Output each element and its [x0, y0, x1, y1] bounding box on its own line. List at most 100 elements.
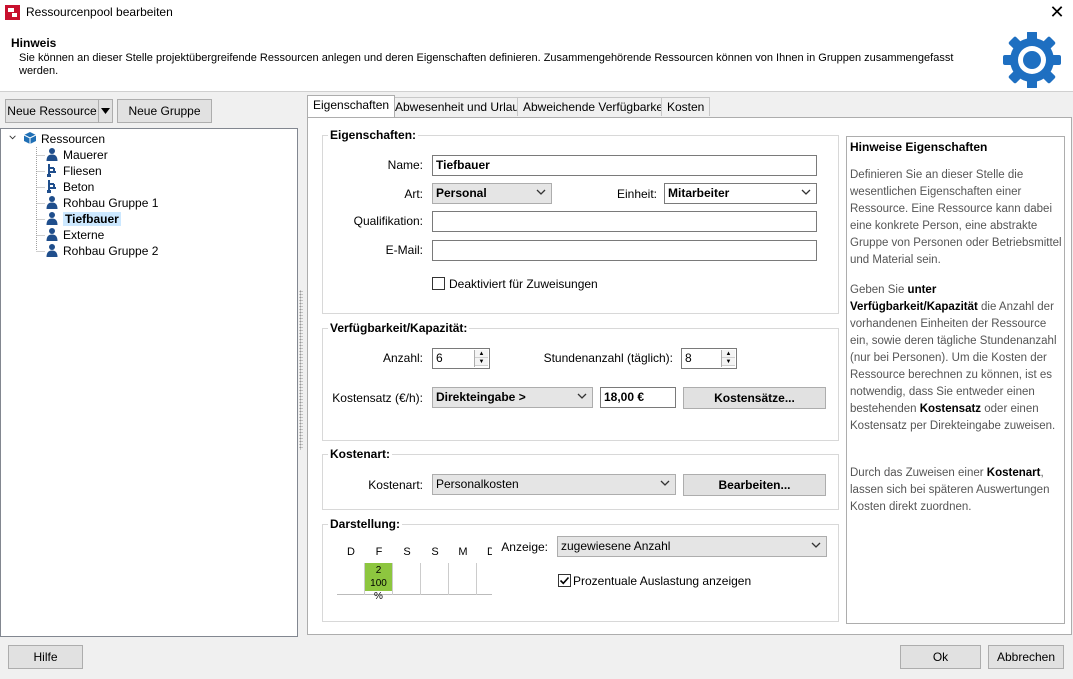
- kostensatz-select-value: Direkteingabe >: [436, 390, 526, 404]
- new-resource-button[interactable]: Neue Ressource: [5, 99, 99, 123]
- hint-text-bold: Kostensatz: [919, 403, 982, 415]
- hint-text-part: Geben Sie: [850, 284, 908, 296]
- tab-verfuegbarkeit[interactable]: Abweichende Verfügbarkeit: [517, 97, 676, 116]
- collapse-chevron-icon[interactable]: [9, 131, 19, 145]
- email-field[interactable]: [432, 240, 817, 261]
- tree-item-label: Rohbau Gruppe 2: [63, 244, 159, 258]
- hint-title: Hinweis: [11, 36, 57, 50]
- anzeige-select-value: zugewiesene Anzahl: [561, 539, 671, 553]
- equipment-icon: [47, 164, 56, 177]
- day-header: S: [431, 546, 439, 558]
- tree-item-rohbau-gruppe-2[interactable]: Rohbau Gruppe 2: [45, 243, 158, 259]
- resource-tree[interactable]: Ressourcen Mauerer Fliesen Beton Rohbau …: [0, 128, 298, 637]
- hint-text-part: Durch das Zuweisen einer: [850, 467, 987, 479]
- person-icon: [46, 212, 58, 225]
- anzahl-spin-buttons[interactable]: ▲ ▼: [474, 350, 488, 367]
- tree-item-rohbau-gruppe-1[interactable]: Rohbau Gruppe 1: [45, 195, 158, 211]
- tree-item-beton[interactable]: Beton: [45, 179, 94, 195]
- kostensatz-field[interactable]: 18,00 €: [600, 387, 676, 408]
- qualifikation-field[interactable]: [432, 211, 817, 232]
- tree-item-fliesen[interactable]: Fliesen: [45, 163, 102, 179]
- window-title: Ressourcenpool bearbeiten: [26, 5, 173, 19]
- kostensatz-label: Kostensatz (€/h):: [332, 391, 423, 405]
- calendar-preview: D F S S M D 2 100 %: [337, 543, 492, 599]
- tree-item-label: Fliesen: [63, 164, 102, 178]
- day-header: D: [487, 546, 492, 558]
- tree-item-tiefbauer[interactable]: Tiefbauer: [45, 211, 121, 227]
- close-icon[interactable]: ✕: [1046, 2, 1068, 24]
- tree-item-label-selected: Tiefbauer: [63, 212, 121, 226]
- spin-up-icon[interactable]: ▲: [722, 350, 735, 358]
- new-resource-dropdown-button[interactable]: [98, 99, 113, 123]
- kostenart-label: Kostenart:: [368, 478, 423, 492]
- tab-abwesenheit[interactable]: Abwesenheit und Urlaub: [389, 97, 532, 116]
- properties-group-title: Eigenschaften:: [328, 128, 419, 142]
- tree-root[interactable]: Ressourcen: [9, 131, 105, 147]
- name-field[interactable]: Tiefbauer: [432, 155, 817, 176]
- kostenart-group-title: Kostenart:: [328, 447, 393, 461]
- spin-down-icon[interactable]: ▼: [475, 358, 488, 366]
- hint-paragraph-3: Durch das Zuweisen einer Kostenart, lass…: [850, 465, 1064, 516]
- hint-paragraph-2: Geben Sie unter Verfügbarkeit/Kapazität …: [850, 282, 1064, 435]
- tree-item-label: Rohbau Gruppe 1: [63, 196, 159, 210]
- spin-down-icon[interactable]: ▼: [722, 358, 735, 366]
- tree-item-label: Mauerer: [63, 148, 108, 162]
- hint-text: Sie können an dieser Stelle projektüberg…: [19, 52, 954, 77]
- new-group-button[interactable]: Neue Gruppe: [117, 99, 212, 123]
- spin-up-icon[interactable]: ▲: [475, 350, 488, 358]
- availability-group-title: Verfügbarkeit/Kapazität:: [328, 321, 470, 335]
- anzahl-label: Anzahl:: [382, 351, 423, 365]
- email-label: E-Mail:: [385, 243, 423, 257]
- person-icon: [46, 228, 58, 241]
- calendar-cell-count: 2: [375, 565, 382, 576]
- chevron-down-icon: [536, 189, 546, 195]
- einheit-label: Einheit:: [616, 187, 657, 201]
- deactivated-checkbox[interactable]: [432, 277, 445, 290]
- anzahl-stepper[interactable]: 6 ▲ ▼: [432, 348, 490, 369]
- ok-button[interactable]: Ok: [900, 645, 981, 669]
- availability-group: [322, 328, 839, 441]
- checkmark-icon: [559, 576, 570, 585]
- hint-text-bold: Kostenart: [986, 467, 1041, 479]
- percent-checkbox[interactable]: [558, 574, 571, 587]
- darstellung-group-title: Darstellung:: [328, 517, 403, 531]
- name-label: Name:: [387, 158, 423, 172]
- tree-root-label: Ressourcen: [41, 132, 106, 146]
- kostenart-select-value: Personalkosten: [436, 477, 519, 491]
- tab-eigenschaften[interactable]: Eigenschaften: [307, 95, 396, 117]
- kostenart-select[interactable]: Personalkosten: [432, 474, 676, 495]
- stunden-stepper[interactable]: 8 ▲ ▼: [681, 348, 737, 369]
- gear-icon: [1003, 32, 1061, 88]
- anzeige-select[interactable]: zugewiesene Anzahl: [557, 536, 827, 557]
- help-button[interactable]: Hilfe: [8, 645, 83, 669]
- splitter-handle[interactable]: [299, 290, 303, 450]
- stunden-value: 8: [685, 351, 692, 365]
- hint-panel: Hinweise Eigenschaften Definieren Sie an…: [846, 136, 1065, 624]
- tree-item-label: Externe: [63, 228, 105, 242]
- einheit-select[interactable]: Mitarbeiter: [664, 183, 817, 204]
- calendar-grid: 2 100 %: [337, 563, 492, 599]
- kostensatz-select[interactable]: Direkteingabe >: [432, 387, 593, 408]
- cube-icon: [23, 132, 37, 144]
- kostenart-edit-button[interactable]: Bearbeiten...: [683, 474, 826, 496]
- cancel-button[interactable]: Abbrechen: [988, 645, 1064, 669]
- art-label: Art:: [404, 187, 423, 201]
- stunden-spin-buttons[interactable]: ▲ ▼: [721, 350, 735, 367]
- day-header: S: [403, 546, 411, 558]
- hint-paragraph-1: Definieren Sie an dieser Stelle die wese…: [850, 169, 1062, 266]
- art-select[interactable]: Personal: [432, 183, 552, 204]
- kostensaetze-button[interactable]: Kostensätze...: [683, 387, 826, 409]
- day-header: M: [458, 546, 468, 558]
- person-icon: [46, 196, 58, 209]
- app-icon: [5, 5, 20, 20]
- calendar-cell-green: 2 100 %: [365, 563, 392, 599]
- day-header: D: [347, 546, 355, 558]
- tree-item-label: Beton: [63, 180, 95, 194]
- deactivated-label: Deaktiviert für Zuweisungen: [449, 277, 598, 291]
- calendar-cell-percent: 100 %: [370, 578, 387, 599]
- chevron-down-icon: [660, 480, 670, 486]
- tab-kosten[interactable]: Kosten: [661, 97, 711, 116]
- tree-item-mauerer[interactable]: Mauerer: [45, 147, 108, 163]
- tree-item-externe[interactable]: Externe: [45, 227, 104, 243]
- percent-checkbox-label: Prozentuale Auslastung anzeigen: [573, 574, 752, 588]
